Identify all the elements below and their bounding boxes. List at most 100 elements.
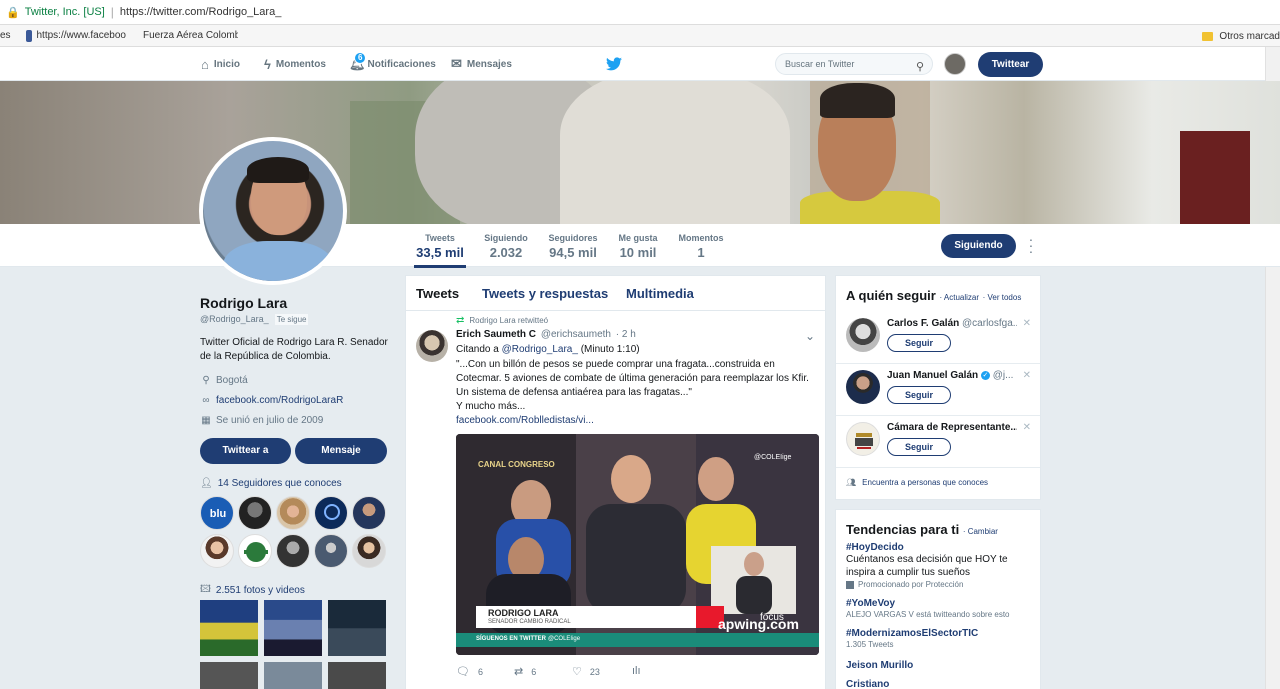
nav-notifications[interactable]: 🔔︎ 6 Notificaciones — [349, 47, 436, 81]
stat-following[interactable]: Siguiendo 2.032 — [483, 233, 529, 260]
nav-moments[interactable]: ϟ Momentos — [264, 47, 326, 81]
known-follower-avatar[interactable] — [352, 534, 386, 568]
media-thumbnail[interactable] — [328, 600, 386, 656]
known-follower-avatar[interactable] — [276, 496, 310, 530]
video-handle-overlay: @COLEIige — [754, 454, 792, 461]
tab-tweets[interactable]: Tweets — [416, 286, 459, 301]
message-button[interactable]: Mensaje — [295, 438, 387, 464]
known-follower-avatar[interactable] — [352, 496, 386, 530]
tweet-button[interactable]: Twittear — [978, 52, 1043, 77]
known-follower-avatar[interactable] — [276, 534, 310, 568]
following-button[interactable]: Siguiendo — [941, 234, 1016, 258]
browser-address-bar[interactable]: 🔒 Twitter, Inc. [US] | https://twitter.c… — [0, 0, 1280, 25]
suggestion-avatar[interactable] — [846, 370, 880, 404]
follow-button[interactable]: Seguir — [887, 386, 951, 404]
tweet-link[interactable]: facebook.com/Roblledistas/vi... — [456, 414, 818, 428]
media-thumbnail[interactable] — [200, 600, 258, 656]
link-icon: ∞ — [202, 395, 210, 406]
known-follower-avatar[interactable] — [238, 534, 272, 568]
suggestion-name[interactable]: Cámara de Representante... — [887, 422, 1017, 433]
known-follower-avatar[interactable] — [200, 534, 234, 568]
dismiss-icon[interactable]: ✕ — [1023, 370, 1031, 381]
tweet-author-handle[interactable]: @erichsaumeth — [541, 329, 611, 340]
stat-followers[interactable]: Seguidores 94,5 mil — [546, 233, 600, 260]
tweet-time[interactable]: · 2 h — [616, 329, 636, 340]
chevron-down-icon[interactable]: ⌄ — [805, 329, 815, 343]
find-people-link[interactable]: 👥︎ Encuentra a personas que conoces — [846, 478, 988, 487]
more-options-icon[interactable]: · · · — [1026, 232, 1036, 258]
url-text[interactable]: https://twitter.com/Rodrigo_Lara_ — [120, 6, 281, 18]
stat-moments[interactable]: Momentos 1 — [677, 233, 725, 260]
bookmark-item[interactable]: es — [0, 30, 14, 41]
followers-you-know[interactable]: 👤︎ 14 Seguidores que conoces — [200, 478, 342, 489]
media-thumbnail[interactable] — [200, 662, 258, 689]
trend-item[interactable]: Jeison Murillo — [846, 660, 1036, 671]
media-thumbnail[interactable] — [264, 600, 322, 656]
suggestion-handle: @carlosfga... — [962, 318, 1017, 329]
reply-action[interactable]: 🗨︎ 6 — [456, 665, 483, 678]
nav-messages-label: Mensajes — [466, 58, 512, 70]
dismiss-icon[interactable]: ✕ — [1023, 422, 1031, 433]
trend-item[interactable]: Cristiano — [846, 679, 1036, 689]
bookmark-fuerza-aerea[interactable]: Fuerza Aérea Colomb — [138, 30, 238, 42]
trend-item[interactable]: #ModernizamosElSectorTIC 1.305 Tweets — [846, 628, 1036, 649]
stat-value: 10 mil — [619, 245, 657, 260]
known-follower-avatar[interactable] — [238, 496, 272, 530]
follow-button[interactable]: Seguir — [887, 334, 951, 352]
bookmark-facebook[interactable]: https://www.faceboo — [26, 29, 126, 42]
like-action[interactable]: ♡ 23 — [572, 665, 600, 678]
stat-likes[interactable]: Me gusta 10 mil — [616, 233, 660, 260]
photos-videos-link[interactable]: 🖾 2.551 fotos y videos — [200, 582, 305, 599]
joined-text: Se unió en julio de 2009 — [216, 415, 324, 426]
refresh-link[interactable]: · Actualizar — [939, 293, 979, 302]
reply-count: 6 — [477, 666, 483, 677]
media-thumbnail[interactable] — [328, 662, 386, 689]
tab-media[interactable]: Multimedia — [626, 286, 694, 301]
retweet-action[interactable]: ⇄ 6 — [514, 665, 536, 678]
nav-messages[interactable]: ✉ Mensajes — [451, 47, 512, 81]
profile-name[interactable]: Rodrigo Lara — [200, 295, 287, 311]
tab-tweets-and-replies[interactable]: Tweets y respuestas — [482, 286, 608, 301]
trend-item[interactable]: #YoMeVoy ALEJO VARGAS V está twitteando … — [846, 598, 1036, 619]
nav-home[interactable]: ⌂ Inicio — [201, 47, 240, 81]
suggestion-name[interactable]: Juan Manuel Galán ✓ @j... — [887, 370, 1017, 381]
handle-text[interactable]: @Rodrigo_Lara_ — [200, 314, 269, 324]
change-trends-link[interactable]: · Cambiar — [963, 527, 998, 536]
trend-name: #YoMeVoy — [846, 598, 896, 609]
retweet-note-text[interactable]: Rodrigo Lara retwitteó — [469, 316, 548, 325]
location-text: Bogotá — [216, 375, 248, 386]
follows-you-badge: Te sigue — [274, 314, 309, 325]
search-input[interactable]: Buscar en Twitter ⚲ — [775, 53, 933, 75]
follow-button[interactable]: Seguir — [887, 438, 951, 456]
known-follower-avatar[interactable] — [314, 496, 348, 530]
suggestion-name[interactable]: Carlos F. Galán @carlosfga... — [887, 318, 1017, 329]
trend-item[interactable]: #HoyDecido Cuéntanos esa decisión que HO… — [846, 542, 1036, 589]
cite-mention[interactable]: @Rodrigo_Lara_ — [502, 344, 578, 355]
trend-tweet-count: 1.305 Tweets — [846, 640, 894, 649]
tweet-to-button[interactable]: Twittear a — [200, 438, 291, 464]
dismiss-icon[interactable]: ✕ — [1023, 318, 1031, 329]
tweet-author-name[interactable]: Erich Saumeth C — [456, 329, 536, 340]
tweet-author-avatar[interactable] — [416, 330, 448, 362]
profile-joined: ▦ Se unió en julio de 2009 — [200, 415, 323, 426]
followers-you-know-label: 14 Seguidores que conoces — [217, 478, 342, 489]
trend-promoted: Promocionado por Protección — [846, 580, 1036, 589]
profile-avatar[interactable] — [199, 137, 347, 285]
stat-tweets[interactable]: Tweets 33,5 mil — [414, 233, 466, 268]
tweet-video[interactable]: CANAL CONGRESO @COLEIige RODRIGO LARA SE… — [456, 434, 819, 655]
website-link[interactable]: facebook.com/RodrigoLaraR — [216, 395, 343, 406]
search-icon[interactable]: ⚲ — [916, 57, 924, 77]
view-all-link[interactable]: · Ver todos — [983, 293, 1022, 302]
other-bookmarks[interactable]: Otros marcad — [1202, 25, 1280, 47]
suggestion-handle: @j... — [992, 370, 1014, 381]
profile-website[interactable]: ∞ facebook.com/RodrigoLaraR — [200, 395, 343, 406]
analytics-action[interactable]: ılı — [632, 665, 649, 677]
known-follower-avatar[interactable]: blu — [200, 496, 234, 530]
twitter-bird-icon[interactable] — [606, 57, 622, 71]
known-follower-avatar[interactable] — [314, 534, 348, 568]
account-avatar[interactable] — [944, 53, 966, 75]
suggestion-avatar[interactable] — [846, 318, 880, 352]
retweet-context: ⇄ Rodrigo Lara retwitteó — [456, 315, 548, 326]
suggestion-avatar[interactable] — [846, 422, 880, 456]
media-thumbnail[interactable] — [264, 662, 322, 689]
